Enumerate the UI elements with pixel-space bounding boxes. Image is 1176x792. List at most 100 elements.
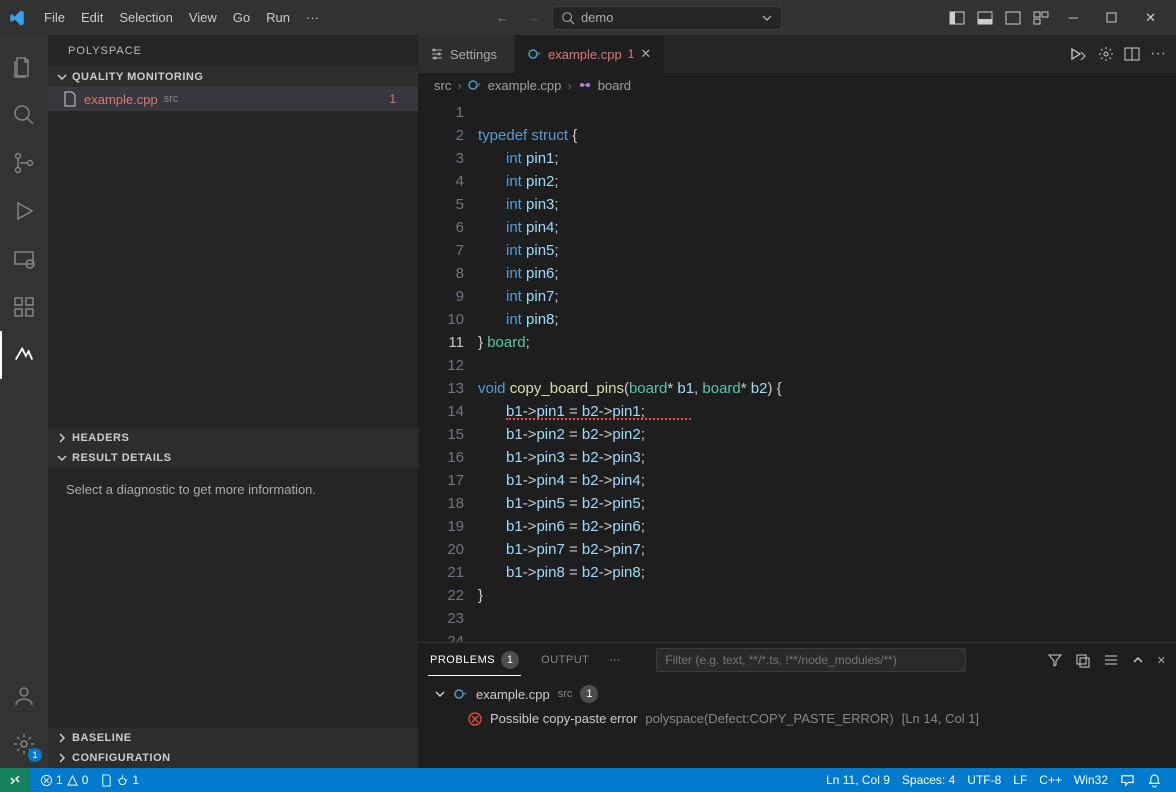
- breadcrumb-item[interactable]: src: [434, 78, 451, 93]
- problem-file-row[interactable]: + example.cpp src 1: [428, 681, 1166, 707]
- line-number: 8: [418, 262, 464, 285]
- breadcrumb-item[interactable]: example.cpp: [488, 78, 562, 93]
- section-result-details[interactable]: RESULT DETAILS: [48, 448, 418, 468]
- tab-example-cpp[interactable]: + example.cpp 1 ✕: [516, 35, 664, 73]
- menu-view[interactable]: View: [181, 6, 225, 29]
- code-line[interactable]: int pin4;: [478, 216, 1176, 239]
- quality-file-row[interactable]: example.cpp src 1: [48, 87, 418, 111]
- filter-icon[interactable]: [1047, 652, 1063, 668]
- status-cursor[interactable]: Ln 11, Col 9: [820, 773, 896, 787]
- activity-search-icon[interactable]: [0, 91, 48, 139]
- status-polyspace[interactable]: 1: [94, 773, 145, 787]
- problem-message: Possible copy-paste error: [490, 711, 637, 726]
- status-eol[interactable]: LF: [1007, 773, 1033, 787]
- code-line[interactable]: void copy_board_pins(board* b1, board* b…: [478, 377, 1176, 400]
- nav-forward-icon[interactable]: →: [521, 8, 546, 27]
- editor-settings-icon[interactable]: [1098, 46, 1114, 62]
- run-config-icon[interactable]: [1070, 46, 1088, 62]
- activity-polyspace-icon[interactable]: [0, 331, 48, 379]
- code-line[interactable]: [478, 354, 1176, 377]
- code-line[interactable]: b1->pin3 = b2->pin3;: [478, 446, 1176, 469]
- problems-filter-input[interactable]: Filter (e.g. text, **/*.ts, !**/node_mod…: [656, 648, 966, 672]
- problem-item[interactable]: Possible copy-paste error polyspace(Defe…: [428, 707, 1166, 730]
- chevron-right-icon: ›: [567, 78, 571, 93]
- breadcrumb-item[interactable]: board: [598, 78, 631, 93]
- activity-remote-icon[interactable]: [0, 235, 48, 283]
- status-remote-icon[interactable]: [0, 768, 30, 792]
- activity-account-icon[interactable]: [0, 672, 48, 720]
- code-line[interactable]: int pin7;: [478, 285, 1176, 308]
- status-errors-warnings[interactable]: 1 0: [34, 773, 94, 787]
- tab-settings[interactable]: Settings: [418, 35, 516, 73]
- tab-close-icon[interactable]: ✕: [640, 46, 651, 62]
- code-line[interactable]: int pin3;: [478, 193, 1176, 216]
- editor-tab-bar: Settings + example.cpp 1 ✕ ···: [418, 35, 1176, 73]
- code-line[interactable]: b1->pin2 = b2->pin2;: [478, 423, 1176, 446]
- problem-file-name: example.cpp: [476, 687, 550, 702]
- layout-customize-icon[interactable]: [1029, 6, 1053, 30]
- menu-go[interactable]: Go: [225, 6, 258, 29]
- section-label: CONFIGURATION: [72, 752, 171, 764]
- file-tag: src: [164, 93, 179, 105]
- breadcrumb[interactable]: src › + example.cpp › board: [418, 73, 1176, 97]
- window-close-icon[interactable]: ✕: [1133, 4, 1168, 32]
- code-line[interactable]: } board;: [478, 331, 1176, 354]
- section-quality-monitoring[interactable]: QUALITY MONITORING: [48, 67, 418, 87]
- code-line[interactable]: int pin6;: [478, 262, 1176, 285]
- activity-extensions-icon[interactable]: [0, 283, 48, 331]
- code-line[interactable]: b1->pin7 = b2->pin7;: [478, 538, 1176, 561]
- code-line[interactable]: int pin8;: [478, 308, 1176, 331]
- window-minimize-icon[interactable]: ─: [1057, 4, 1090, 31]
- status-feedback-icon[interactable]: [1114, 773, 1141, 788]
- code-body[interactable]: typedef struct {int pin1;int pin2;int pi…: [478, 97, 1176, 642]
- layout-sidebar-left-icon[interactable]: [945, 6, 969, 30]
- panel-maximize-icon[interactable]: [1131, 653, 1145, 667]
- section-configuration[interactable]: CONFIGURATION: [48, 748, 418, 768]
- menu-file[interactable]: File: [36, 6, 73, 29]
- code-line[interactable]: }: [478, 584, 1176, 607]
- activity-debug-icon[interactable]: [0, 187, 48, 235]
- code-line[interactable]: [478, 607, 1176, 630]
- activity-explorer-icon[interactable]: [0, 43, 48, 91]
- code-line[interactable]: int pin1;: [478, 147, 1176, 170]
- status-encoding[interactable]: UTF-8: [961, 773, 1007, 787]
- status-platform[interactable]: Win32: [1068, 773, 1114, 787]
- status-indent[interactable]: Spaces: 4: [896, 773, 961, 787]
- code-editor[interactable]: 123456789101112131415161718192021222324 …: [418, 97, 1176, 642]
- code-line[interactable]: int pin5;: [478, 239, 1176, 262]
- code-line[interactable]: b1->pin5 = b2->pin5;: [478, 492, 1176, 515]
- collapse-all-icon[interactable]: [1075, 652, 1091, 668]
- nav-back-icon[interactable]: ←: [490, 8, 515, 27]
- view-as-list-icon[interactable]: [1103, 652, 1119, 668]
- activity-settings-icon[interactable]: 1: [0, 720, 48, 768]
- svg-text:+: +: [477, 82, 481, 89]
- code-line[interactable]: b1->pin8 = b2->pin8;: [478, 561, 1176, 584]
- code-line[interactable]: [478, 630, 1176, 642]
- code-line[interactable]: [478, 101, 1176, 124]
- more-actions-icon[interactable]: ···: [1150, 45, 1166, 63]
- menu-selection[interactable]: Selection: [111, 6, 180, 29]
- split-editor-icon[interactable]: [1124, 46, 1140, 62]
- section-baseline[interactable]: BASELINE: [48, 728, 418, 748]
- panel-tab-problems[interactable]: PROBLEMS1: [428, 645, 521, 676]
- layout-panel-icon[interactable]: [973, 6, 997, 30]
- window-maximize-icon[interactable]: [1094, 6, 1129, 29]
- panel-close-icon[interactable]: ✕: [1157, 654, 1166, 667]
- panel-tab-overflow-icon[interactable]: ···: [609, 654, 620, 666]
- menu-edit[interactable]: Edit: [73, 6, 111, 29]
- section-headers[interactable]: HEADERS: [48, 428, 418, 448]
- menu-overflow-icon[interactable]: ···: [298, 6, 327, 29]
- warning-icon: [66, 774, 79, 787]
- status-bell-icon[interactable]: [1141, 773, 1168, 788]
- command-center[interactable]: demo: [552, 6, 782, 30]
- code-line[interactable]: typedef struct {: [478, 124, 1176, 147]
- chevron-down-icon: [56, 71, 68, 83]
- code-line[interactable]: b1->pin4 = b2->pin4;: [478, 469, 1176, 492]
- panel-tab-output[interactable]: OUTPUT: [539, 648, 591, 672]
- activity-scm-icon[interactable]: [0, 139, 48, 187]
- status-language[interactable]: C++: [1033, 773, 1068, 787]
- code-line[interactable]: int pin2;: [478, 170, 1176, 193]
- layout-sidebar-right-icon[interactable]: [1001, 6, 1025, 30]
- menu-run[interactable]: Run: [258, 6, 298, 29]
- code-line[interactable]: b1->pin6 = b2->pin6;: [478, 515, 1176, 538]
